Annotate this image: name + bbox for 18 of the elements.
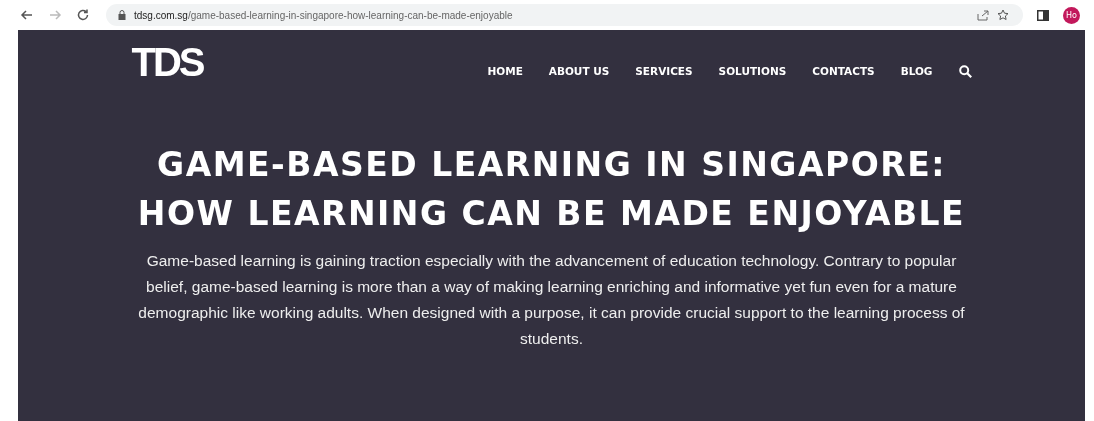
site-logo[interactable]: TDS (131, 40, 203, 84)
address-bar[interactable]: tdsg.com.sg/game-based-learning-in-singapore-how-learning-can-be-made-enjoyable (106, 4, 1023, 26)
reload-icon[interactable] (76, 8, 90, 22)
article-title: GAME-BASED LEARNING IN SINGAPORE: HOW LEARNING CAN BE MADE ENJOYABLE (136, 144, 967, 235)
back-icon[interactable] (20, 8, 34, 22)
nav-link[interactable]: SERVICES (635, 65, 693, 77)
share-icon[interactable] (977, 9, 989, 21)
search-icon[interactable] (958, 64, 972, 78)
nav-link[interactable]: BLOG (900, 65, 933, 77)
nav-link[interactable]: ABOUT US (548, 65, 610, 77)
nav-link[interactable]: CONTACTS (812, 65, 875, 77)
star-icon[interactable] (997, 9, 1009, 21)
nav-link[interactable]: SOLUTIONS (718, 65, 787, 77)
profile-avatar[interactable]: Ho (1063, 6, 1080, 24)
lock-icon (118, 10, 126, 20)
side-panel-icon[interactable] (1037, 9, 1049, 21)
nav-link[interactable]: HOME (487, 65, 523, 77)
article-intro: Game-based learning is gaining traction especially with the advancement of education technology. Contrary to popular belief, game-based learning is more than a way of making learning enriching and informative yet fun even for a mature demographic like working adults. When designed with a purpose, it can provide crucial support to the learning process of students. (137, 251, 966, 349)
